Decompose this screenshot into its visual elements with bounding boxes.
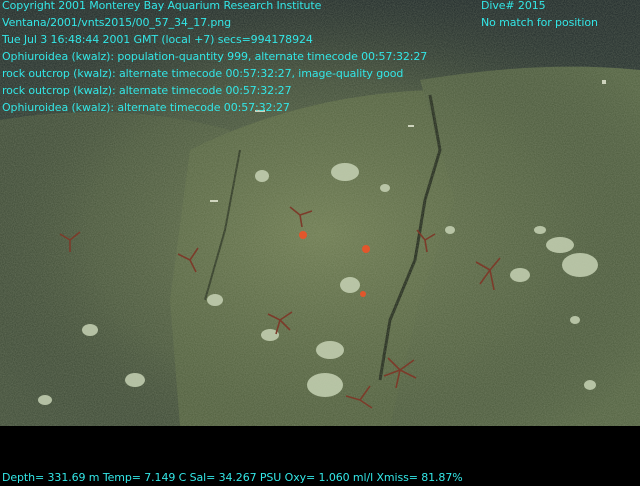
overlay-top-right: Dive# 2015 No match for position [481, 0, 598, 31]
telemetry-bar: Depth= 331.69 m Temp= 7.149 C Sal= 34.26… [2, 469, 463, 486]
timestamp-text: Tue Jul 3 16:48:44 2001 GMT (local +7) s… [2, 33, 313, 46]
overlay-top-left: Copyright 2001 Monterey Bay Aquarium Res… [2, 0, 427, 116]
telemetry-text: Depth= 331.69 m Temp= 7.149 C Sal= 34.26… [2, 471, 463, 484]
annotation-line: rock outcrop (kwalz): alternate timecode… [2, 84, 292, 97]
annotation-line: Ophiuroidea (kwalz): alternate timecode … [2, 101, 290, 114]
annotation-line: rock outcrop (kwalz): alternate timecode… [2, 67, 404, 80]
video-frame: Copyright 2001 Monterey Bay Aquarium Res… [0, 0, 640, 486]
copyright-text: Copyright 2001 Monterey Bay Aquarium Res… [2, 0, 322, 12]
file-path-text: Ventana/2001/vnts2015/00_57_34_17.png [2, 16, 232, 29]
position-status-text: No match for position [481, 16, 598, 29]
annotation-line: Ophiuroidea (kwalz): population-quantity… [2, 50, 428, 63]
dive-number-text: Dive# 2015 [481, 0, 546, 12]
